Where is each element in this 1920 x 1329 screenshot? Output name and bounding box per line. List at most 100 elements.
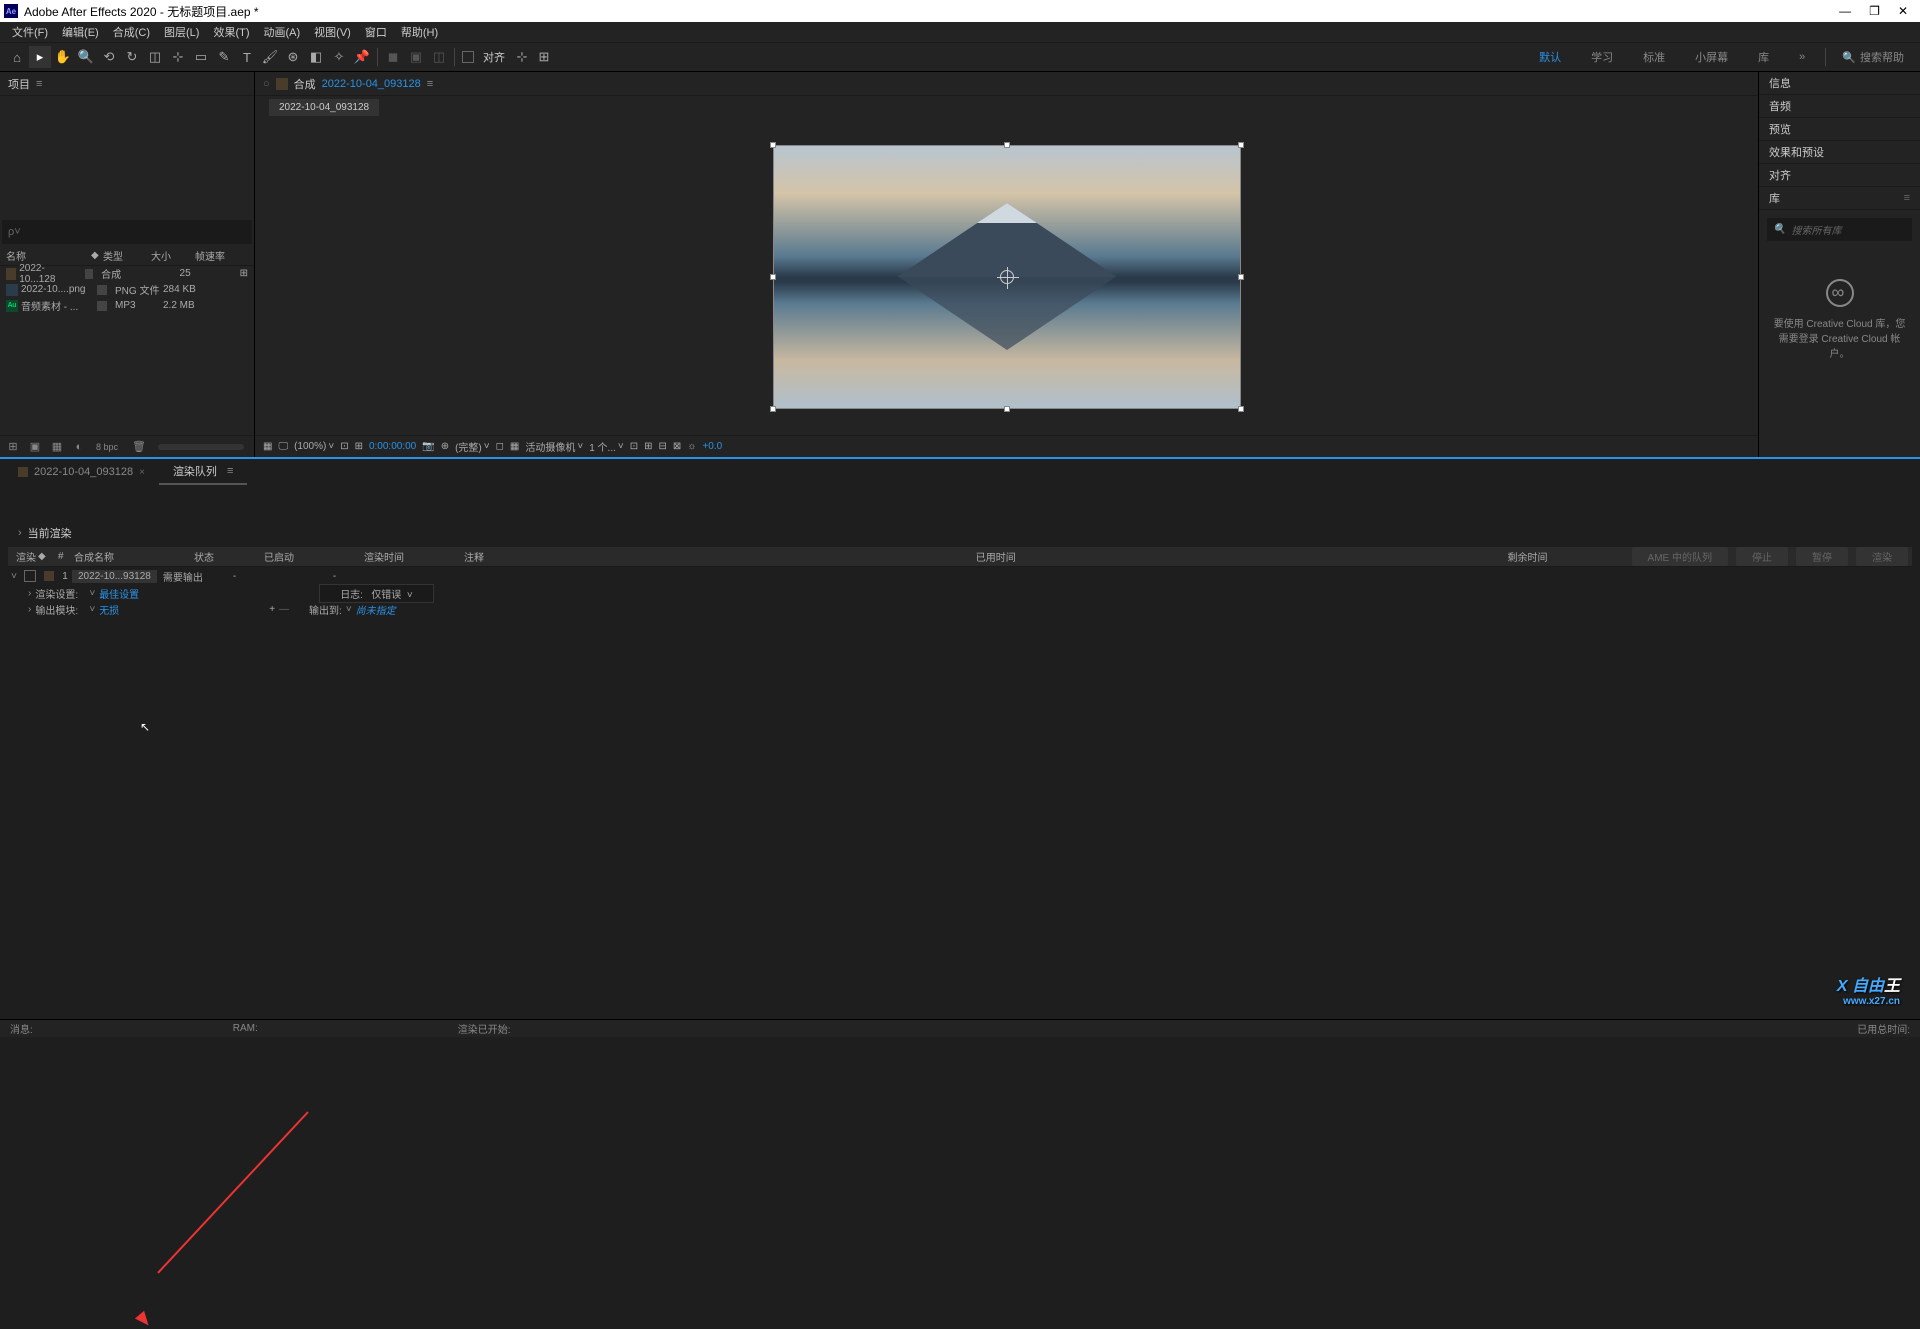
pen-tool-icon[interactable]: ✎	[213, 46, 235, 68]
tag-swatch[interactable]	[97, 301, 107, 311]
workspace-learn[interactable]: 学习	[1577, 45, 1627, 69]
lock-icon[interactable]: ○	[263, 78, 270, 90]
tag-swatch[interactable]	[97, 285, 107, 295]
snap-grid-icon[interactable]: ⊞	[533, 46, 555, 68]
clone-tool-icon[interactable]: ⊛	[282, 46, 304, 68]
timeline-tab-render-queue[interactable]: 渲染队列 ≡	[159, 459, 247, 485]
panel-menu-icon[interactable]: ≡	[36, 78, 42, 90]
workspace-more[interactable]: »	[1785, 47, 1819, 67]
display-icon[interactable]: 🖵	[278, 441, 288, 452]
project-search-input[interactable]: ρ˅	[2, 220, 252, 244]
render-settings-link[interactable]: 最佳设置	[99, 586, 139, 601]
new-folder-icon[interactable]: ▣	[26, 438, 44, 456]
col-tag[interactable]: ◆	[38, 551, 58, 562]
col-notes[interactable]: 注释	[464, 549, 564, 564]
bpc-button[interactable]: 8 bpc	[92, 442, 122, 452]
zoom-tool-icon[interactable]: 🔍	[75, 46, 97, 68]
view1-icon[interactable]: ⊡	[630, 441, 638, 452]
rect-tool-icon[interactable]: ▭	[190, 46, 212, 68]
res-dropdown[interactable]: (完整) ˅	[455, 439, 490, 454]
maximize-button[interactable]: ❐	[1869, 4, 1880, 18]
transform-handle[interactable]	[770, 274, 776, 280]
flowchart-icon[interactable]: ⊞	[240, 268, 248, 279]
transform-handle[interactable]	[1004, 142, 1010, 148]
zoom-dropdown[interactable]: (100%) ˅	[294, 441, 334, 452]
col-name[interactable]: 合成名称	[74, 549, 194, 564]
col-num[interactable]: #	[58, 551, 74, 562]
transform-handle[interactable]	[770, 142, 776, 148]
interpret-icon[interactable]: ⊞	[4, 438, 22, 456]
camera-tool-icon[interactable]: ◫	[144, 46, 166, 68]
tag-swatch[interactable]	[44, 571, 54, 581]
views-dropdown[interactable]: 1 个... ˅	[589, 439, 624, 454]
preview-panel-header[interactable]: 预览	[1759, 118, 1920, 141]
workspace-library[interactable]: 库	[1744, 45, 1783, 69]
tag-swatch[interactable]	[85, 269, 94, 279]
menu-file[interactable]: 文件(F)	[6, 22, 54, 42]
expand-icon[interactable]: ›	[18, 527, 22, 539]
panel-menu-icon[interactable]: ≡	[1904, 192, 1910, 204]
align-panel-header[interactable]: 对齐	[1759, 164, 1920, 187]
shape-fill-icon[interactable]: ◼	[382, 46, 404, 68]
project-item[interactable]: 2022-10...128 合成 25 ⊞	[0, 266, 254, 282]
viewer-comp-name[interactable]: 2022-10-04_093128	[322, 78, 421, 90]
roto-tool-icon[interactable]: ✧	[328, 46, 350, 68]
dropdown-icon[interactable]: ˅	[346, 604, 352, 615]
col-name[interactable]: 名称	[6, 248, 91, 263]
comp-subtab[interactable]: 2022-10-04_093128	[269, 99, 379, 116]
render-queue-item[interactable]: ˅ 1 2022-10...93128 需要输出 - -	[8, 567, 1912, 585]
brush-tool-icon[interactable]: 🖌	[259, 46, 281, 68]
workspace-default[interactable]: 默认	[1525, 45, 1575, 69]
exposure-value[interactable]: +0.0	[702, 441, 722, 452]
log-dropdown[interactable]: 仅错误	[371, 590, 401, 601]
col-tag[interactable]: ◆	[91, 250, 103, 261]
transform-handle[interactable]	[1238, 142, 1244, 148]
render-checkbox[interactable]	[24, 570, 36, 582]
puppet-tool-icon[interactable]: 📌	[351, 46, 373, 68]
menu-view[interactable]: 视图(V)	[308, 22, 357, 42]
expand-icon[interactable]: ›	[28, 588, 31, 599]
anchor-tool-icon[interactable]: ⊹	[167, 46, 189, 68]
channel-icon[interactable]: ⊕	[441, 441, 449, 452]
adjust-icon[interactable]: ◐	[70, 438, 88, 456]
library-search-input[interactable]: 🔍 搜索所有库	[1767, 218, 1912, 241]
render-button[interactable]: 渲染	[1856, 547, 1908, 566]
panel-menu-icon[interactable]: ≡	[227, 465, 233, 477]
exposure-reset-icon[interactable]: ☼	[687, 441, 696, 452]
workspace-small[interactable]: 小屏幕	[1681, 45, 1742, 69]
transform-handle[interactable]	[770, 406, 776, 412]
selection-tool-icon[interactable]: ▸	[29, 46, 51, 68]
project-panel-header[interactable]: 项目≡	[0, 72, 254, 96]
col-render[interactable]: 渲染	[8, 549, 38, 564]
view4-icon[interactable]: ⊠	[673, 441, 681, 452]
audio-panel-header[interactable]: 音频	[1759, 95, 1920, 118]
project-item[interactable]: Au 音频素材 - ... MP3 2.2 MB	[0, 298, 254, 314]
menu-help[interactable]: 帮助(H)	[395, 22, 444, 42]
alpha-icon[interactable]: ▦	[263, 441, 272, 452]
grid-icon[interactable]: ⊞	[355, 441, 363, 452]
shape-mode-icon[interactable]: ◫	[428, 46, 450, 68]
workspace-standard[interactable]: 标准	[1629, 45, 1679, 69]
remove-output-icon[interactable]: —	[279, 604, 289, 615]
menu-window[interactable]: 窗口	[359, 22, 393, 42]
comp-name-cell[interactable]: 2022-10...93128	[72, 570, 157, 583]
anchor-point-icon[interactable]	[1000, 270, 1014, 284]
eraser-tool-icon[interactable]: ◧	[305, 46, 327, 68]
res-icon[interactable]: ⊡	[340, 441, 348, 452]
stop-button[interactable]: 停止	[1736, 547, 1788, 566]
orbit-tool-icon[interactable]: ⟲	[98, 46, 120, 68]
expand-icon[interactable]: ˅	[8, 571, 20, 582]
menu-composition[interactable]: 合成(C)	[107, 22, 156, 42]
text-tool-icon[interactable]: T	[236, 46, 258, 68]
dropdown-icon[interactable]: ˅	[89, 604, 95, 615]
info-panel-header[interactable]: 信息	[1759, 72, 1920, 95]
shape-stroke-icon[interactable]: ▣	[405, 46, 427, 68]
hand-tool-icon[interactable]: ✋	[52, 46, 74, 68]
panel-menu-icon[interactable]: ≡	[427, 78, 433, 90]
add-output-icon[interactable]: +	[269, 604, 275, 615]
close-tab-icon[interactable]: ×	[139, 467, 145, 478]
camera-dropdown[interactable]: 活动摄像机 ˅	[525, 439, 583, 454]
ame-queue-button[interactable]: AME 中的队列	[1632, 547, 1728, 566]
snap-checkbox[interactable]	[462, 51, 474, 63]
close-button[interactable]: ✕	[1898, 4, 1908, 18]
